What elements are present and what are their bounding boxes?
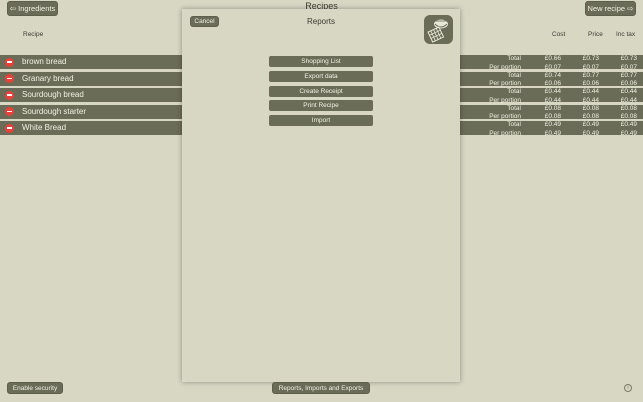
recipe-name: White Bread [22,123,67,132]
value-cost: £0.66 [544,55,561,62]
modal-title: Reports [306,17,335,26]
enable-security-button[interactable]: Enable security [7,382,63,394]
value-price: £0.49 [582,129,599,137]
recipe-name: Granary bread [22,73,74,83]
info-icon[interactable]: i [624,384,632,392]
value-inc-tax: £0.08 [620,113,637,120]
value-price: £0.06 [582,80,599,87]
per-portion-label: Per portion [489,63,521,71]
value-cost: £0.07 [544,63,561,71]
delete-icon[interactable] [5,57,14,67]
value-price: £0.49 [582,121,599,128]
reports-imports-exports-button[interactable]: Reports, Imports and Exports [272,382,370,394]
per-portion-label: Per portion [489,80,521,87]
per-portion-label: Per portion [489,129,521,137]
total-label: Total [507,71,521,79]
value-price: £0.73 [582,55,599,62]
column-header-inc-tax: Inc tax [616,31,636,38]
value-price: £0.08 [582,113,599,120]
delete-icon[interactable] [5,123,14,133]
value-inc-tax: £0.77 [620,71,637,79]
export-data-button[interactable]: Export data [269,71,373,82]
value-cost: £0.49 [544,121,561,128]
column-header-cost: Cost [552,31,566,38]
column-header-recipe: Recipe [23,31,44,38]
reports-modal: Cancel Reports Shopping List Export data… [182,9,460,382]
value-inc-tax: £0.73 [620,55,637,62]
delete-icon[interactable] [5,107,14,116]
value-cost: £0.08 [544,104,561,112]
value-cost: £0.74 [544,71,561,79]
value-cost: £0.08 [544,113,561,120]
value-price: £0.44 [582,88,599,95]
value-inc-tax: £0.44 [620,88,637,95]
new-recipe-button[interactable]: New recipe ⇨ [585,1,636,16]
column-header-price: Price [588,31,603,38]
value-price: £0.44 [582,96,599,104]
total-label: Total [507,104,521,112]
total-label: Total [507,121,521,128]
total-label: Total [507,88,521,95]
value-inc-tax: £0.49 [620,129,637,137]
value-inc-tax: £0.08 [620,104,637,112]
delete-icon[interactable] [5,90,14,100]
import-button[interactable]: Import [269,115,373,126]
print-recipe-button[interactable]: Print Recipe [269,100,373,111]
value-price: £0.77 [582,71,599,79]
create-receipt-button[interactable]: Create Receipt [269,86,373,97]
value-price: £0.07 [582,63,599,71]
recipe-name: brown bread [22,57,67,66]
value-inc-tax: £0.49 [620,121,637,128]
shopping-list-button[interactable]: Shopping List [269,56,373,67]
value-cost: £0.06 [544,80,561,87]
delete-icon[interactable] [5,74,14,83]
value-inc-tax: £0.07 [620,63,637,71]
app-logo-icon [424,15,453,44]
per-portion-label: Per portion [489,113,521,120]
value-cost: £0.44 [544,88,561,95]
value-cost: £0.44 [544,96,561,104]
recipe-name: Sourdough bread [22,90,84,99]
value-inc-tax: £0.44 [620,96,637,104]
value-inc-tax: £0.06 [620,80,637,87]
total-label: Total [507,55,521,62]
per-portion-label: Per portion [489,96,521,104]
recipe-name: Sourdough starter [22,106,87,116]
value-price: £0.08 [582,104,599,112]
value-cost: £0.49 [544,129,561,137]
